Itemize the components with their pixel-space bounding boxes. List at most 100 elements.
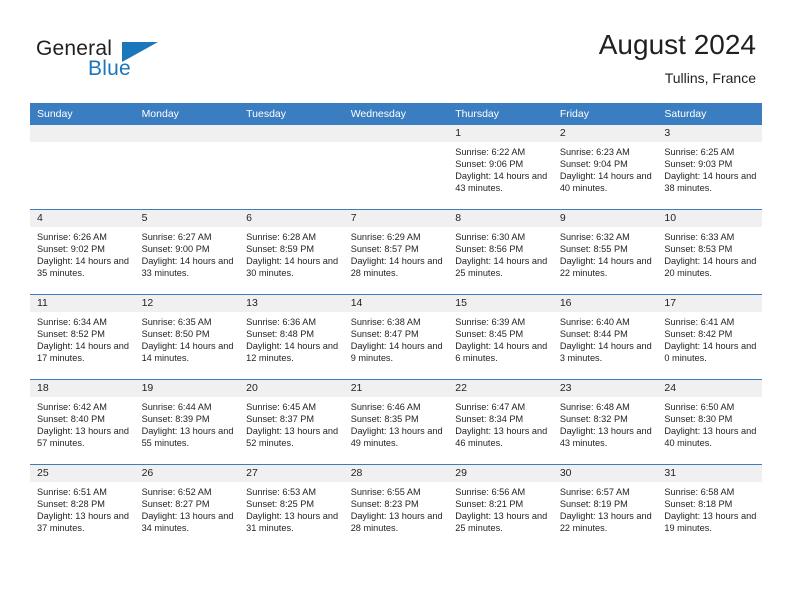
day-cell-inner: 16 Sunrise: 6:40 AM Sunset: 8:44 PM Dayl…	[552, 295, 658, 379]
day-cell[interactable]: 10 Sunrise: 6:33 AM Sunset: 8:53 PM Dayl…	[657, 209, 762, 295]
day-cell-inner: 15 Sunrise: 6:39 AM Sunset: 8:45 PM Dayl…	[448, 295, 553, 379]
day-details: Sunrise: 6:47 AM Sunset: 8:34 PM Dayligh…	[448, 397, 553, 449]
day-details: Sunrise: 6:30 AM Sunset: 8:56 PM Dayligh…	[448, 227, 553, 279]
day-number: 18	[30, 380, 135, 397]
day-cell[interactable]: 1 Sunrise: 6:22 AM Sunset: 9:06 PM Dayli…	[448, 125, 553, 210]
day-cell[interactable]: 23 Sunrise: 6:48 AM Sunset: 8:32 PM Dayl…	[552, 379, 658, 465]
day-cell-inner: 5 Sunrise: 6:27 AM Sunset: 9:00 PM Dayli…	[134, 210, 240, 294]
week-row: 11 Sunrise: 6:34 AM Sunset: 8:52 PM Dayl…	[30, 294, 762, 380]
sunset-text: Sunset: 8:32 PM	[559, 414, 628, 425]
daylight-text: Daylight: 13 hours and 43 minutes.	[559, 426, 652, 449]
day-cell[interactable]: 26 Sunrise: 6:52 AM Sunset: 8:27 PM Dayl…	[134, 464, 240, 549]
day-number: 16	[552, 295, 658, 312]
day-number: 9	[552, 210, 658, 227]
day-number	[30, 125, 135, 142]
day-cell-inner: 20 Sunrise: 6:45 AM Sunset: 8:37 PM Dayl…	[239, 380, 344, 464]
general-blue-logo[interactable]: General Blue	[36, 37, 216, 89]
day-details: Sunrise: 6:51 AM Sunset: 8:28 PM Dayligh…	[30, 482, 135, 534]
day-number: 25	[30, 465, 135, 482]
day-cell[interactable]: 3 Sunrise: 6:25 AM Sunset: 9:03 PM Dayli…	[657, 125, 762, 210]
daylight-text: Daylight: 14 hours and 35 minutes.	[37, 256, 129, 279]
sunrise-text: Sunrise: 6:30 AM	[455, 232, 526, 242]
day-number: 31	[657, 465, 762, 482]
day-cell[interactable]: 13 Sunrise: 6:36 AM Sunset: 8:48 PM Dayl…	[239, 294, 344, 380]
logo-text-blue: Blue	[88, 57, 131, 80]
day-number: 21	[343, 380, 449, 397]
day-cell[interactable]: 5 Sunrise: 6:27 AM Sunset: 9:00 PM Dayli…	[134, 209, 240, 295]
day-cell[interactable]: 6 Sunrise: 6:28 AM Sunset: 8:59 PM Dayli…	[239, 209, 344, 295]
day-cell[interactable]	[239, 125, 344, 210]
day-details: Sunrise: 6:52 AM Sunset: 8:27 PM Dayligh…	[135, 482, 240, 534]
sunset-text: Sunset: 8:35 PM	[350, 414, 419, 425]
day-number: 2	[552, 125, 658, 142]
week-row: 4 Sunrise: 6:26 AM Sunset: 9:02 PM Dayli…	[30, 209, 762, 295]
day-cell[interactable]: 20 Sunrise: 6:45 AM Sunset: 8:37 PM Dayl…	[239, 379, 344, 465]
day-details: Sunrise: 6:56 AM Sunset: 8:21 PM Dayligh…	[448, 482, 553, 534]
sunset-text: Sunset: 8:45 PM	[455, 329, 524, 340]
day-cell-inner: 6 Sunrise: 6:28 AM Sunset: 8:59 PM Dayli…	[239, 210, 344, 294]
sunrise-text: Sunrise: 6:57 AM	[559, 487, 630, 497]
day-cell[interactable]: 7 Sunrise: 6:29 AM Sunset: 8:57 PM Dayli…	[343, 209, 449, 295]
day-cell[interactable]: 30 Sunrise: 6:57 AM Sunset: 8:19 PM Dayl…	[552, 464, 658, 549]
page-header: General Blue August 2024 Tullins, France	[0, 0, 792, 100]
day-cell[interactable]: 14 Sunrise: 6:38 AM Sunset: 8:47 PM Dayl…	[343, 294, 449, 380]
sunset-text: Sunset: 9:06 PM	[455, 159, 524, 170]
weekday-header-monday: Monday	[134, 103, 240, 125]
day-cell[interactable]	[343, 125, 449, 210]
sunset-text: Sunset: 8:28 PM	[37, 499, 105, 510]
day-details: Sunrise: 6:29 AM Sunset: 8:57 PM Dayligh…	[344, 227, 449, 279]
sunrise-text: Sunrise: 6:38 AM	[350, 317, 421, 327]
day-cell[interactable]: 25 Sunrise: 6:51 AM Sunset: 8:28 PM Dayl…	[30, 464, 135, 549]
day-cell[interactable]: 11 Sunrise: 6:34 AM Sunset: 8:52 PM Dayl…	[30, 294, 135, 380]
sunset-text: Sunset: 8:55 PM	[559, 244, 628, 255]
day-cell[interactable]: 21 Sunrise: 6:46 AM Sunset: 8:35 PM Dayl…	[343, 379, 449, 465]
day-cell[interactable]	[134, 125, 240, 210]
day-number: 10	[657, 210, 762, 227]
day-cell[interactable]: 8 Sunrise: 6:30 AM Sunset: 8:56 PM Dayli…	[448, 209, 553, 295]
daylight-text: Daylight: 14 hours and 3 minutes.	[559, 341, 652, 364]
day-cell[interactable]: 19 Sunrise: 6:44 AM Sunset: 8:39 PM Dayl…	[134, 379, 240, 465]
sunrise-text: Sunrise: 6:36 AM	[246, 317, 317, 327]
sunrise-text: Sunrise: 6:23 AM	[559, 147, 630, 157]
day-cell[interactable]: 22 Sunrise: 6:47 AM Sunset: 8:34 PM Dayl…	[448, 379, 553, 465]
day-cell[interactable]: 9 Sunrise: 6:32 AM Sunset: 8:55 PM Dayli…	[552, 209, 658, 295]
day-cell-inner: 29 Sunrise: 6:56 AM Sunset: 8:21 PM Dayl…	[448, 465, 553, 549]
sunset-text: Sunset: 8:30 PM	[664, 414, 733, 425]
day-cell[interactable]: 27 Sunrise: 6:53 AM Sunset: 8:25 PM Dayl…	[239, 464, 344, 549]
day-details: Sunrise: 6:28 AM Sunset: 8:59 PM Dayligh…	[239, 227, 344, 279]
day-cell-inner: 1 Sunrise: 6:22 AM Sunset: 9:06 PM Dayli…	[448, 125, 553, 209]
calendar-header-row-group: Sunday Monday Tuesday Wednesday Thursday…	[30, 103, 762, 125]
day-cell[interactable]: 31 Sunrise: 6:58 AM Sunset: 8:18 PM Dayl…	[657, 464, 762, 549]
day-cell[interactable]: 17 Sunrise: 6:41 AM Sunset: 8:42 PM Dayl…	[657, 294, 762, 380]
sunrise-text: Sunrise: 6:25 AM	[664, 147, 735, 157]
day-number: 23	[552, 380, 658, 397]
sunset-text: Sunset: 8:44 PM	[559, 329, 628, 340]
day-cell-inner	[239, 125, 344, 209]
day-cell[interactable]	[30, 125, 135, 210]
day-cell-inner: 27 Sunrise: 6:53 AM Sunset: 8:25 PM Dayl…	[239, 465, 344, 549]
day-details: Sunrise: 6:38 AM Sunset: 8:47 PM Dayligh…	[344, 312, 449, 364]
weekday-header-row: Sunday Monday Tuesday Wednesday Thursday…	[30, 103, 762, 125]
sunset-text: Sunset: 9:04 PM	[559, 159, 628, 170]
day-cell[interactable]: 18 Sunrise: 6:42 AM Sunset: 8:40 PM Dayl…	[30, 379, 135, 465]
weekday-header-friday: Friday	[552, 103, 658, 125]
sunset-text: Sunset: 8:52 PM	[37, 329, 105, 340]
sunrise-text: Sunrise: 6:22 AM	[455, 147, 526, 157]
day-cell[interactable]: 28 Sunrise: 6:55 AM Sunset: 8:23 PM Dayl…	[343, 464, 449, 549]
day-cell[interactable]: 24 Sunrise: 6:50 AM Sunset: 8:30 PM Dayl…	[657, 379, 762, 465]
sunrise-text: Sunrise: 6:47 AM	[455, 402, 526, 412]
daylight-text: Daylight: 14 hours and 12 minutes.	[246, 341, 339, 364]
day-cell[interactable]: 12 Sunrise: 6:35 AM Sunset: 8:50 PM Dayl…	[134, 294, 240, 380]
sunset-text: Sunset: 8:21 PM	[455, 499, 524, 510]
sunrise-text: Sunrise: 6:34 AM	[37, 317, 107, 327]
sunset-text: Sunset: 8:50 PM	[141, 329, 210, 340]
day-cell[interactable]: 2 Sunrise: 6:23 AM Sunset: 9:04 PM Dayli…	[552, 125, 658, 210]
day-cell[interactable]: 29 Sunrise: 6:56 AM Sunset: 8:21 PM Dayl…	[448, 464, 553, 549]
day-cell[interactable]: 16 Sunrise: 6:40 AM Sunset: 8:44 PM Dayl…	[552, 294, 658, 380]
day-details: Sunrise: 6:50 AM Sunset: 8:30 PM Dayligh…	[657, 397, 762, 449]
calendar-page: General Blue August 2024 Tullins, France…	[0, 0, 792, 612]
day-cell[interactable]: 4 Sunrise: 6:26 AM Sunset: 9:02 PM Dayli…	[30, 209, 135, 295]
daylight-text: Daylight: 14 hours and 0 minutes.	[664, 341, 757, 364]
sunset-text: Sunset: 8:47 PM	[350, 329, 419, 340]
day-cell[interactable]: 15 Sunrise: 6:39 AM Sunset: 8:45 PM Dayl…	[448, 294, 553, 380]
